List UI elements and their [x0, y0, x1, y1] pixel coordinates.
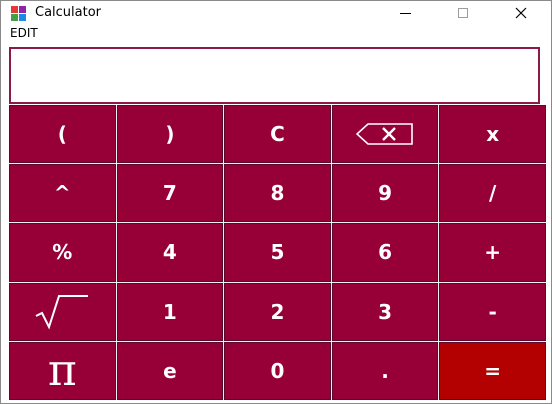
pi-button[interactable]: π: [9, 341, 116, 400]
digit-3-label: 3: [378, 299, 393, 324]
backspace-icon: [356, 123, 413, 145]
close-paren-label: ): [165, 122, 175, 147]
digit-1-label: 1: [162, 299, 177, 324]
menu-bar: EDIT: [1, 25, 551, 41]
percent-button[interactable]: %: [9, 223, 116, 282]
clear-button[interactable]: C: [224, 105, 331, 164]
digit-4-button[interactable]: 4: [116, 223, 224, 282]
digit-0-label: 0: [270, 358, 285, 383]
minimize-button[interactable]: [382, 1, 428, 25]
decimal-point-button[interactable]: .: [331, 341, 439, 400]
close-paren-button[interactable]: ): [116, 105, 224, 164]
digit-1-button[interactable]: 1: [116, 282, 224, 341]
digit-4-label: 4: [162, 240, 177, 265]
close-button[interactable]: [498, 1, 544, 25]
digit-6-label: 6: [378, 240, 393, 265]
clear-label: C: [270, 122, 285, 147]
menu-edit[interactable]: EDIT: [10, 26, 38, 40]
digit-2-label: 2: [270, 299, 285, 324]
digit-5-label: 5: [270, 240, 285, 265]
plus-button[interactable]: +: [439, 223, 546, 282]
minus-button[interactable]: -: [439, 282, 546, 341]
equals-label: =: [484, 358, 502, 383]
digit-9-button[interactable]: 9: [331, 164, 439, 223]
power-button[interactable]: ^: [9, 164, 116, 223]
digit-8-label: 8: [270, 181, 285, 206]
square-root-icon: [35, 294, 89, 330]
backspace-button[interactable]: [331, 105, 439, 164]
maximize-button[interactable]: [440, 1, 486, 25]
calculator-display[interactable]: [9, 47, 540, 104]
title-bar[interactable]: Calculator: [1, 1, 551, 25]
percent-label: %: [52, 240, 73, 265]
digit-3-button[interactable]: 3: [331, 282, 439, 341]
multiply-label: x: [486, 122, 500, 147]
multiply-button[interactable]: x: [439, 105, 546, 164]
power-label: ^: [53, 181, 71, 206]
close-icon: [515, 7, 527, 19]
open-paren-button[interactable]: (: [9, 105, 116, 164]
equals-button[interactable]: =: [439, 341, 546, 400]
digit-8-button[interactable]: 8: [224, 164, 331, 223]
digit-2-button[interactable]: 2: [224, 282, 331, 341]
plus-label: +: [484, 240, 502, 265]
divide-label: /: [489, 181, 497, 206]
pi-label: π: [47, 344, 77, 396]
digit-7-label: 7: [162, 181, 177, 206]
open-paren-label: (: [57, 122, 67, 147]
keypad: ( ) C x ^ 7 8 9 / % 4 5 6 + 1 2 3 - π e …: [9, 105, 546, 400]
divide-button[interactable]: /: [439, 164, 546, 223]
euler-e-button[interactable]: e: [116, 341, 224, 400]
maximize-icon: [458, 8, 468, 18]
digit-7-button[interactable]: 7: [116, 164, 224, 223]
digit-9-label: 9: [378, 181, 393, 206]
digit-5-button[interactable]: 5: [224, 223, 331, 282]
euler-e-label: e: [163, 358, 177, 383]
sqrt-button[interactable]: [9, 282, 116, 341]
decimal-point-label: .: [381, 358, 389, 383]
calculator-window: Calculator EDIT ( ) C x ^ 7 8 9 / % 4 5 …: [0, 0, 552, 404]
minus-label: -: [488, 299, 497, 324]
digit-0-button[interactable]: 0: [224, 341, 331, 400]
minimize-icon: [399, 12, 411, 14]
digit-6-button[interactable]: 6: [331, 223, 439, 282]
calculator-app-icon: [11, 6, 27, 21]
window-title: Calculator: [35, 5, 102, 20]
